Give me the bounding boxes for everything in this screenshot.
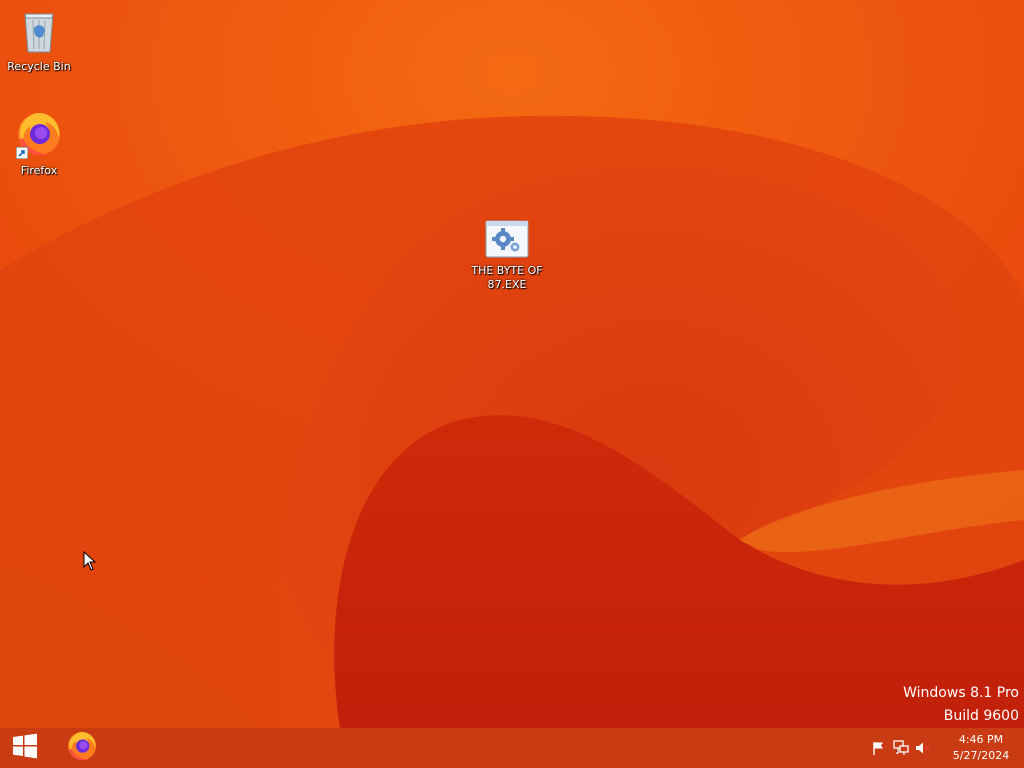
- windows-logo-icon: [12, 733, 38, 763]
- windows-watermark: Windows 8.1 Pro Build 9600: [903, 682, 1019, 728]
- recycle-bin-icon: [0, 6, 78, 58]
- start-button[interactable]: [0, 728, 50, 768]
- desktop-icon-recycle-bin[interactable]: Recycle Bin: [0, 6, 78, 74]
- executable-gear-icon: [466, 220, 548, 262]
- firefox-icon: [0, 110, 78, 162]
- mouse-cursor-icon: [83, 550, 97, 575]
- desktop-icon-label: THE BYTE OF 87.EXE: [471, 264, 543, 291]
- network-icon[interactable]: [890, 728, 912, 768]
- desktop-icon-label: Firefox: [20, 164, 58, 177]
- action-center-flag-icon[interactable]: [868, 728, 890, 768]
- desktop-icon-firefox[interactable]: Firefox: [0, 110, 78, 178]
- volume-muted-icon[interactable]: [912, 728, 934, 768]
- clock-time: 4:46 PM: [958, 733, 1004, 746]
- taskbar: 4:46 PM 5/27/2024: [0, 728, 1024, 768]
- taskbar-clock[interactable]: 4:46 PM 5/27/2024: [938, 732, 1024, 764]
- firefox-icon: [66, 730, 98, 766]
- desktop-icon-label: Recycle Bin: [7, 60, 71, 73]
- system-tray: 4:46 PM 5/27/2024: [868, 728, 1024, 768]
- desktop[interactable]: Recycle Bin Firefox THE BYTE OF 87.EXE W…: [0, 0, 1024, 728]
- wallpaper: [0, 0, 1024, 728]
- watermark-edition: Windows 8.1 Pro: [903, 685, 1019, 701]
- watermark-build: Build 9600: [943, 708, 1019, 724]
- desktop-icon-exe[interactable]: THE BYTE OF 87.EXE: [466, 220, 548, 292]
- clock-date: 5/27/2024: [952, 749, 1010, 762]
- shortcut-arrow-icon: [15, 144, 29, 163]
- taskbar-firefox-button[interactable]: [60, 728, 104, 768]
